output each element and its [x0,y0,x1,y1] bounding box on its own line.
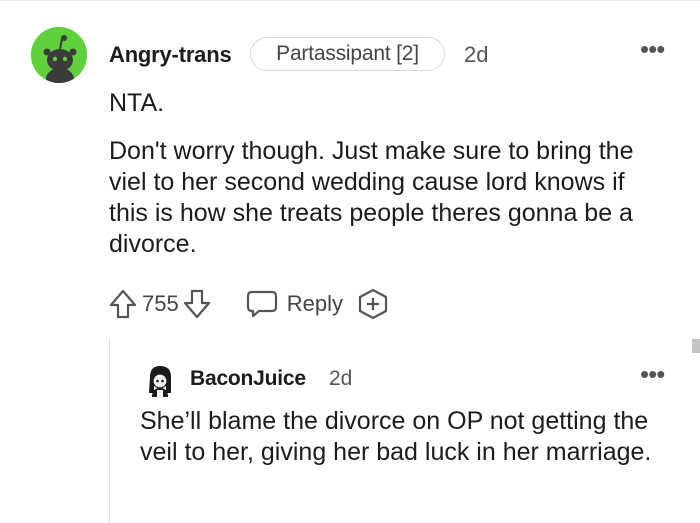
scrollbar-thumb[interactable] [692,339,700,353]
comment-paragraph: NTA. [109,89,165,117]
snoo-avatar-icon [31,27,87,83]
vote-count: 755 [142,291,179,316]
user-flair-badge: Partassipant [2] [250,37,445,71]
reply-body: She’ll blame the divorce on OP not getti… [140,406,680,468]
upvote-arrow-icon[interactable] [108,288,138,320]
thread-line[interactable] [109,338,110,523]
downvote-arrow-icon[interactable] [182,288,212,320]
award-plus-icon[interactable] [357,288,389,320]
comment-paragraph: Don't worry though. Just make sure to br… [109,137,634,258]
speech-bubble-icon [246,290,278,318]
reply-timestamp[interactable]: 2d [329,367,352,391]
reply-author[interactable]: BaconJuice [190,367,306,391]
more-options-icon[interactable]: ••• [640,361,665,387]
reply-button[interactable]: Reply [246,290,357,318]
comment-author[interactable]: Angry-trans [109,42,232,68]
comment-actions: 755 Reply [108,286,389,322]
more-options-icon[interactable]: ••• [640,36,665,62]
user-avatar[interactable] [31,27,87,83]
reply-label: Reply [286,291,343,316]
comment-body: NTA. Don't worry though. Just make sure … [109,88,669,260]
reply-avatar[interactable] [144,363,176,397]
reply-paragraph: She’ll blame the divorce on OP not getti… [140,407,652,466]
comment-timestamp[interactable]: 2d [464,42,488,68]
snoo-avatar-icon [144,363,176,397]
top-divider [0,0,700,1]
